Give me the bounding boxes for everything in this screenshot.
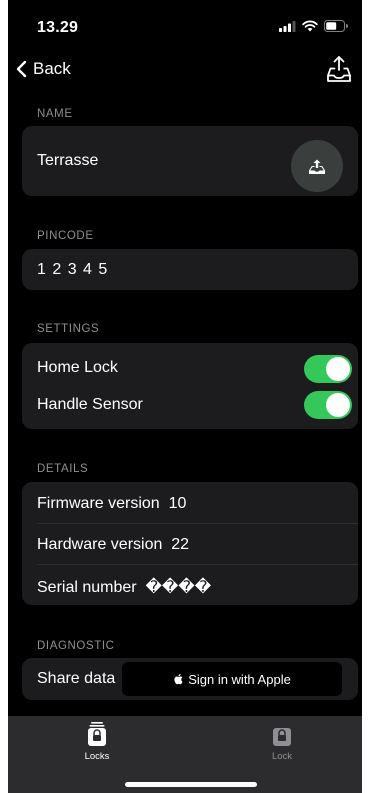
cellular-signal-icon — [279, 20, 296, 32]
share-data-label: Share data — [37, 670, 116, 687]
status-icons — [279, 20, 348, 32]
status-bar: 13.29 — [8, 0, 362, 50]
lock-name[interactable]: Terrasse — [37, 152, 98, 170]
toggle-knob — [326, 393, 350, 417]
hardware-version: Hardware version 22 — [37, 536, 190, 553]
apple-button-label: Sign in with Apple — [188, 671, 291, 687]
handle-sensor-toggle[interactable] — [304, 391, 352, 419]
sign-in-with-apple-button[interactable]: Sign in with Apple — [122, 662, 342, 696]
section-label-settings: SETTINGS — [37, 323, 100, 335]
details-card: Firmware version 10 Hardware version 22 … — [22, 482, 358, 605]
status-time: 13.29 — [37, 19, 79, 36]
home-lock-label: Home Lock — [37, 359, 118, 376]
share-button[interactable] — [326, 55, 352, 88]
lock-icon — [88, 722, 106, 746]
back-label: Back — [33, 59, 71, 78]
row-divider — [37, 523, 358, 524]
tab-lock[interactable]: Lock — [222, 720, 342, 762]
back-button[interactable]: Back — [16, 59, 71, 79]
battery-icon — [324, 20, 348, 32]
share-icon — [327, 56, 351, 82]
home-indicator — [125, 782, 257, 787]
firmware-version: Firmware version 10 — [37, 495, 187, 512]
serial-number: Serial number ���� — [37, 579, 212, 596]
tab-lock-label: Lock — [271, 751, 293, 762]
settings-card: Home Lock Handle Sensor — [22, 343, 358, 429]
pincode-card: 1 2 3 4 5 — [22, 249, 358, 290]
share-icon — [309, 159, 325, 174]
wifi-icon — [302, 20, 318, 32]
toggle-knob — [326, 357, 350, 381]
name-card: Terrasse — [22, 126, 358, 196]
lock-icon — [273, 728, 291, 746]
section-label-name: NAME — [37, 108, 73, 120]
handle-sensor-label: Handle Sensor — [37, 396, 143, 413]
section-label-details: DETAILS — [37, 463, 89, 475]
back-chevron-icon — [16, 60, 27, 78]
diagnostic-card: Share data Sign in with Apple — [22, 658, 358, 700]
section-label-diagnostic: DIAGNOSTIC — [37, 640, 115, 652]
navigation-bar: Back — [8, 52, 362, 88]
row-divider — [37, 564, 358, 565]
pincode-value[interactable]: 1 2 3 4 5 — [37, 261, 108, 279]
home-lock-toggle[interactable] — [304, 355, 352, 383]
share-name-button[interactable] — [291, 140, 343, 192]
section-label-pincode: PINCODE — [37, 230, 94, 242]
apple-icon — [174, 674, 183, 685]
tab-locks[interactable]: Locks — [37, 720, 157, 762]
tab-locks-label: Locks — [84, 751, 110, 762]
app-screen: 13.29 Back NAME Terrasse PINCODE 1 2 3 4… — [8, 0, 362, 793]
